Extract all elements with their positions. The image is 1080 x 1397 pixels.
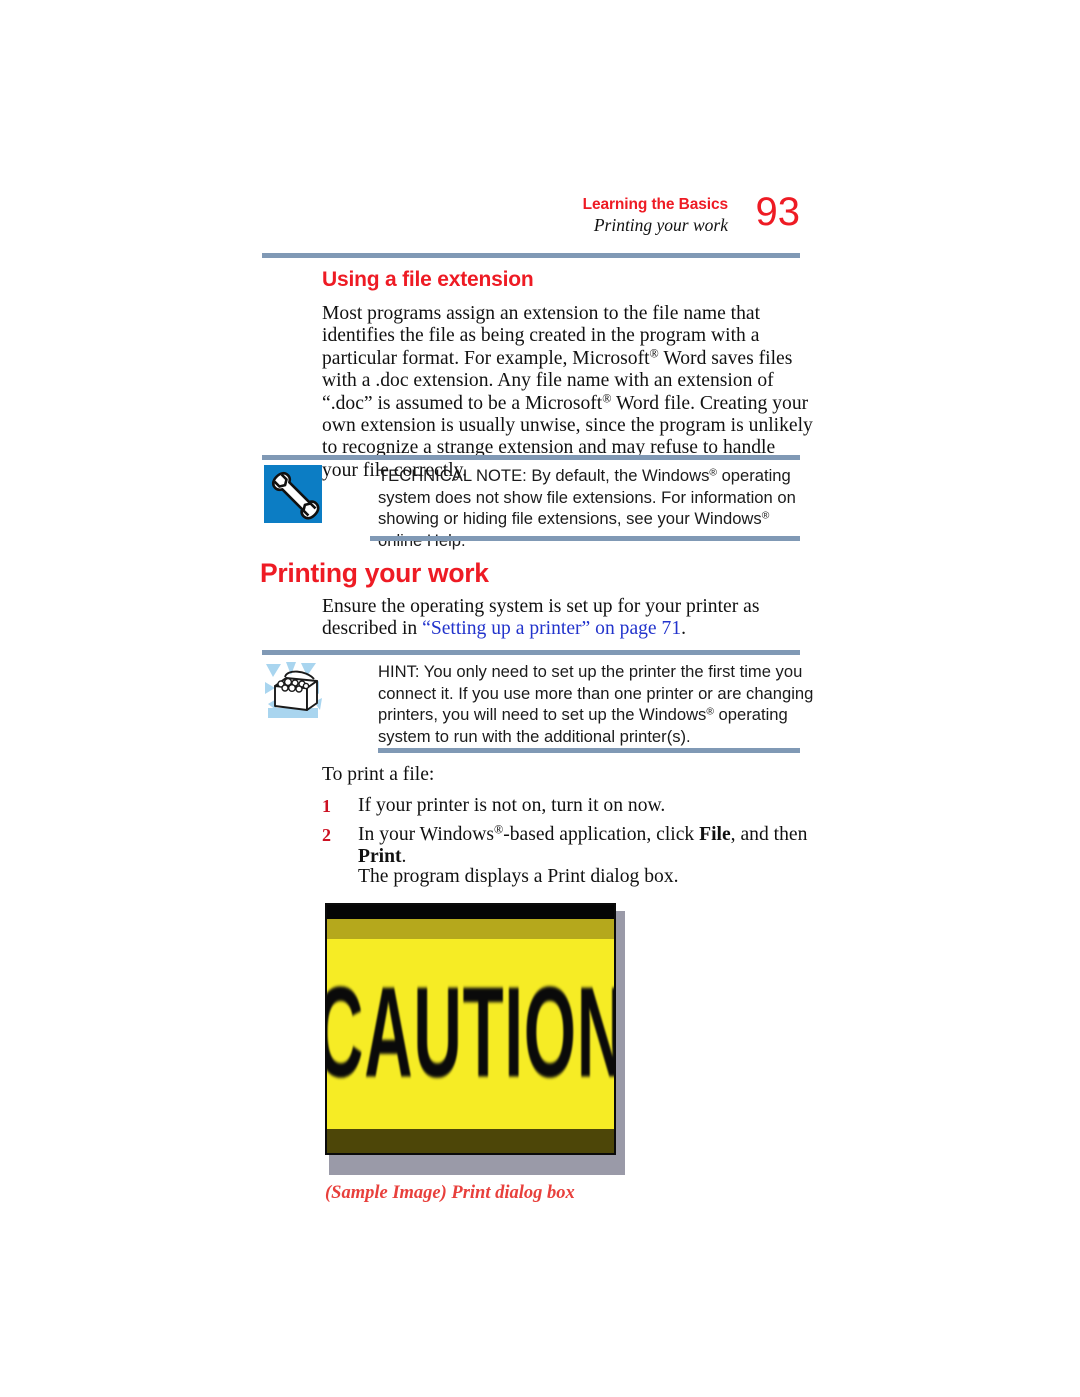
caution-sample-image: CAUTION — [325, 903, 625, 1175]
registered-mark-icon: ® — [709, 467, 717, 479]
step-text: In your Windows®-based application, clic… — [358, 824, 816, 869]
hint-bottom-rule — [378, 748, 800, 753]
header-section-title: Printing your work — [593, 215, 728, 236]
caution-image-frame: CAUTION — [325, 903, 616, 1155]
running-header: Learning the Basics Printing your work 9… — [262, 192, 800, 252]
header-chapter-title: Learning the Basics — [582, 196, 729, 213]
hint-top-rule — [262, 650, 800, 655]
heading-using-a-file-extension: Using a file extension — [322, 268, 534, 291]
step-text-bold-file: File — [699, 824, 731, 845]
step-text-part1: In your Windows — [358, 824, 494, 845]
step-number: 2 — [322, 825, 331, 845]
step-item: 2 In your Windows®-based application, cl… — [322, 824, 816, 869]
paragraph-program-displays-dialog: The program displays a Print dialog box. — [358, 866, 679, 887]
image-shadow-bottom — [329, 1155, 625, 1175]
image-shadow-right — [616, 911, 625, 1163]
document-page: Learning the Basics Printing your work 9… — [0, 0, 1080, 1397]
paragraph-to-print-a-file: To print a file: — [322, 764, 435, 785]
heading-printing-your-work: Printing your work — [260, 558, 489, 588]
step-text-part2: -based application, click — [503, 824, 700, 845]
wrench-icon — [262, 462, 328, 528]
page-number: 93 — [755, 190, 801, 234]
hint-text: HINT: You only need to set up the printe… — [378, 661, 814, 747]
technical-note-text-part1: TECHNICAL NOTE: By default, the Windows — [378, 466, 710, 485]
step-text: If your printer is not on, turn it on no… — [358, 795, 666, 816]
caution-image-lower-band — [327, 1129, 614, 1153]
step-text-part3: , and then — [730, 824, 808, 845]
step-text-part4: . — [401, 846, 407, 868]
step-item: 1 If your printer is not on, turn it on … — [322, 795, 816, 817]
header-divider-rule — [262, 253, 800, 258]
paragraph-ensure-part2: . — [681, 618, 687, 640]
caution-image-word: CAUTION — [325, 960, 616, 1105]
step-number: 1 — [322, 796, 331, 816]
figure-caption: (Sample Image) Print dialog box — [325, 1183, 575, 1203]
paragraph-ensure-operating-system: Ensure the operating system is set up fo… — [322, 596, 816, 641]
registered-mark-icon: ® — [761, 510, 770, 522]
step-text-bold-print: Print — [358, 846, 402, 868]
treasure-chest-icon — [262, 658, 328, 724]
technical-note-top-rule — [262, 455, 800, 460]
figure-print-dialog-sample: CAUTION (Sample Image) Print dialog box — [325, 903, 625, 1203]
registered-mark-icon: ® — [706, 706, 714, 718]
technical-note-bottom-rule — [370, 536, 800, 541]
cross-reference-link-setting-up-a-printer[interactable]: “Setting up a printer” on page 71 — [422, 618, 681, 639]
registered-mark-icon: ® — [494, 822, 504, 837]
registered-mark-icon: ® — [649, 346, 659, 361]
header-titles: Learning the Basics Printing your work — [582, 196, 729, 236]
